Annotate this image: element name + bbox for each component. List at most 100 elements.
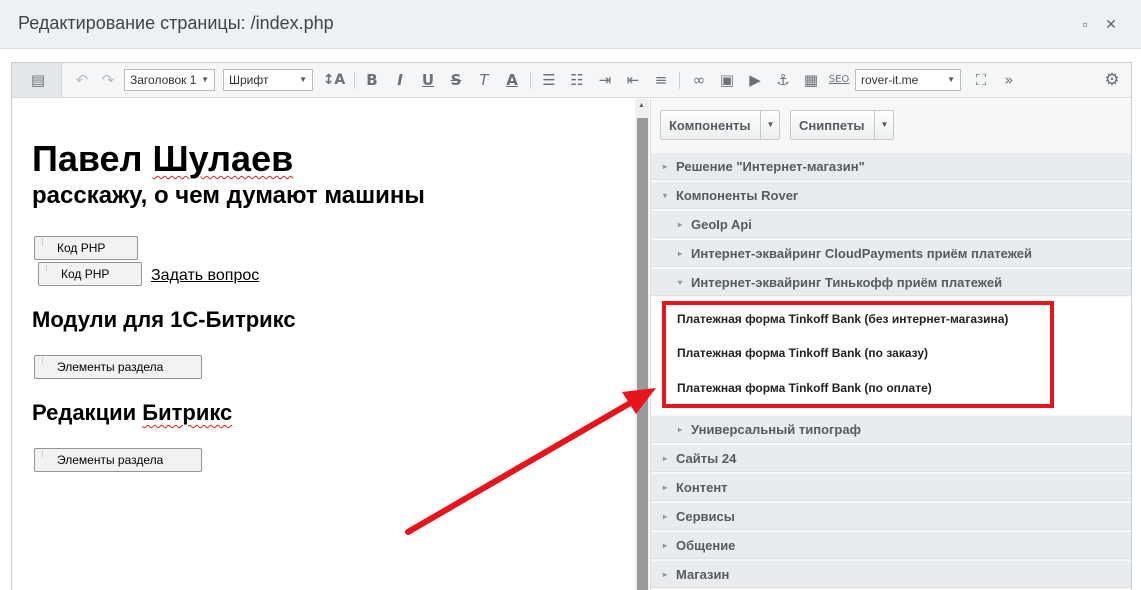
components-button-label: Компоненты: [669, 118, 751, 133]
page-subtitle: расскажу, о чем думают машины: [32, 182, 425, 209]
scrollbar-thumb[interactable]: [637, 118, 648, 590]
split-view-icon: ▤: [30, 71, 46, 89]
component-label: Код PHP: [57, 241, 106, 255]
chevron-down-icon: ▼: [201, 75, 209, 84]
table-icon[interactable]: ▦: [801, 70, 821, 90]
caret-right-icon: ▸: [663, 483, 668, 492]
gear-icon[interactable]: ⚙: [1101, 70, 1123, 90]
image-icon[interactable]: ▣: [717, 70, 737, 90]
drag-handle-icon: ⁝: [41, 356, 44, 366]
drag-handle-icon: ⁝: [41, 237, 44, 247]
fullscreen-icon[interactable]: ⛶: [971, 70, 991, 90]
seo-icon[interactable]: SEO: [827, 70, 851, 90]
chevron-down-icon[interactable]: ▼: [874, 111, 894, 139]
window-title: Редактирование страницы: /index.php: [18, 13, 334, 33]
tree-item-rover[interactable]: ▾ Компоненты Rover: [651, 181, 1131, 209]
components-button[interactable]: Компоненты ▼: [660, 110, 780, 140]
caret-down-icon: ▾: [663, 191, 668, 200]
align-icon[interactable]: ≡: [651, 70, 671, 90]
more-icon[interactable]: »: [999, 70, 1019, 90]
component-label: Код PHP: [61, 267, 110, 281]
chevron-down-icon[interactable]: ▼: [760, 111, 780, 139]
section-heading-modules: Модули для 1С-Битрикс: [32, 307, 296, 332]
tree-item-typograph[interactable]: ▸ Универсальный типограф: [651, 415, 1131, 443]
caret-right-icon: ▸: [678, 425, 683, 434]
text-color-icon[interactable]: A: [502, 70, 522, 90]
component-label: Элементы раздела: [57, 360, 164, 374]
tree-item-label: Компоненты Rover: [676, 188, 798, 203]
caret-right-icon: ▸: [663, 512, 668, 521]
site-select-value: rover-it.me: [861, 73, 919, 87]
tree-item-label: Общение: [676, 538, 736, 553]
tree-item-services[interactable]: ▸ Сервисы: [651, 502, 1131, 530]
undo-icon[interactable]: ↶: [72, 70, 92, 90]
font-size-icon[interactable]: ↕A: [322, 70, 346, 90]
view-mode-button[interactable]: ▤: [12, 63, 62, 97]
site-select[interactable]: rover-it.me ▼: [855, 69, 961, 91]
toolbar-divider: [354, 72, 355, 89]
maximize-icon[interactable]: ▫: [1077, 16, 1093, 32]
ask-question-link[interactable]: Задать вопрос: [151, 267, 259, 285]
editor-toolbar: ▤ ↶ ↷ Заголовок 1 ▼ Шрифт ▼ ↕A B I U S T…: [12, 63, 1131, 98]
unordered-list-icon[interactable]: ☷: [567, 70, 587, 90]
tree-item-sites24[interactable]: ▸ Сайты 24: [651, 444, 1131, 472]
heading-misspelled: Битрикс: [142, 400, 233, 425]
caret-right-icon: ▸: [663, 454, 668, 463]
tree-item-label: Интернет-эквайринг Тинькофф приём платеж…: [691, 275, 1003, 290]
drag-handle-icon: ⁝: [41, 449, 44, 459]
tree-item-shop[interactable]: ▸ Магазин: [651, 560, 1131, 588]
scroll-up-icon[interactable]: ▲: [638, 102, 645, 109]
clear-format-icon[interactable]: T: [474, 70, 494, 90]
close-icon[interactable]: ✕: [1103, 16, 1119, 32]
tree-item-ecommerce[interactable]: ▸ Решение "Интернет-магазин": [651, 152, 1131, 180]
tree-item-communication[interactable]: ▸ Общение: [651, 531, 1131, 559]
bold-icon[interactable]: B: [362, 70, 382, 90]
link-icon[interactable]: ∞: [689, 70, 709, 90]
chevron-down-icon: ▼: [299, 75, 307, 84]
tree-item-label: Контент: [676, 480, 728, 495]
video-icon[interactable]: ▶: [745, 70, 765, 90]
caret-right-icon: ▸: [678, 249, 683, 258]
toolbar-divider: [530, 72, 531, 89]
php-code-component[interactable]: ⁝ Код PHP: [34, 236, 138, 260]
chevron-down-icon: ▼: [947, 75, 955, 84]
tree-item-label: GeoIp Api: [691, 217, 752, 232]
snippets-button[interactable]: Сниппеты ▼: [790, 110, 894, 140]
snippets-button-label: Сниппеты: [799, 118, 865, 133]
outdent-icon[interactable]: ⇤: [623, 70, 643, 90]
section-elements-component[interactable]: ⁝ Элементы раздела: [34, 448, 202, 472]
underline-icon[interactable]: U: [418, 70, 438, 90]
tree-item-label: Решение "Интернет-магазин": [676, 159, 865, 174]
section-heading-editions: Редакции Битрикс: [32, 400, 232, 426]
italic-icon[interactable]: I: [390, 70, 410, 90]
heading-text: Редакции: [32, 400, 143, 425]
page-title: Павел Шулаев: [32, 138, 293, 180]
highlight-box: [662, 301, 1054, 408]
indent-icon[interactable]: ⇥: [595, 70, 615, 90]
tree-item-geoip[interactable]: ▸ GeoIp Api: [651, 210, 1131, 238]
heading-select[interactable]: Заголовок 1 ▼: [124, 69, 215, 91]
tree-item-cloudpayments[interactable]: ▸ Интернет-эквайринг CloudPayments приём…: [651, 239, 1131, 267]
heading-select-value: Заголовок 1: [130, 73, 197, 87]
caret-right-icon: ▸: [678, 220, 683, 229]
ordered-list-icon[interactable]: ☰: [539, 70, 559, 90]
strikethrough-icon[interactable]: S: [446, 70, 466, 90]
page-title-text: Павел: [32, 138, 153, 179]
caret-right-icon: ▸: [663, 570, 668, 579]
caret-down-icon: ▾: [678, 278, 683, 287]
anchor-icon[interactable]: ⚓: [773, 70, 793, 90]
window-titlebar: Редактирование страницы: /index.php ▫ ✕: [0, 0, 1141, 49]
redo-icon[interactable]: ↷: [98, 70, 118, 90]
drag-handle-icon: ⁝: [45, 263, 48, 273]
tree-item-label: Сайты 24: [676, 451, 737, 466]
font-select[interactable]: Шрифт ▼: [223, 69, 313, 91]
tree-item-label: Интернет-эквайринг CloudPayments приём п…: [691, 246, 1033, 261]
toolbar-divider: [679, 72, 680, 89]
section-elements-component[interactable]: ⁝ Элементы раздела: [34, 355, 202, 379]
php-code-component[interactable]: ⁝ Код PHP: [38, 262, 142, 286]
tree-item-label: Магазин: [676, 567, 730, 582]
tree-item-label: Сервисы: [676, 509, 735, 524]
tree-item-label: Универсальный типограф: [691, 422, 861, 437]
tree-item-tinkoff[interactable]: ▾ Интернет-эквайринг Тинькофф приём плат…: [651, 268, 1131, 296]
tree-item-content[interactable]: ▸ Контент: [651, 473, 1131, 501]
